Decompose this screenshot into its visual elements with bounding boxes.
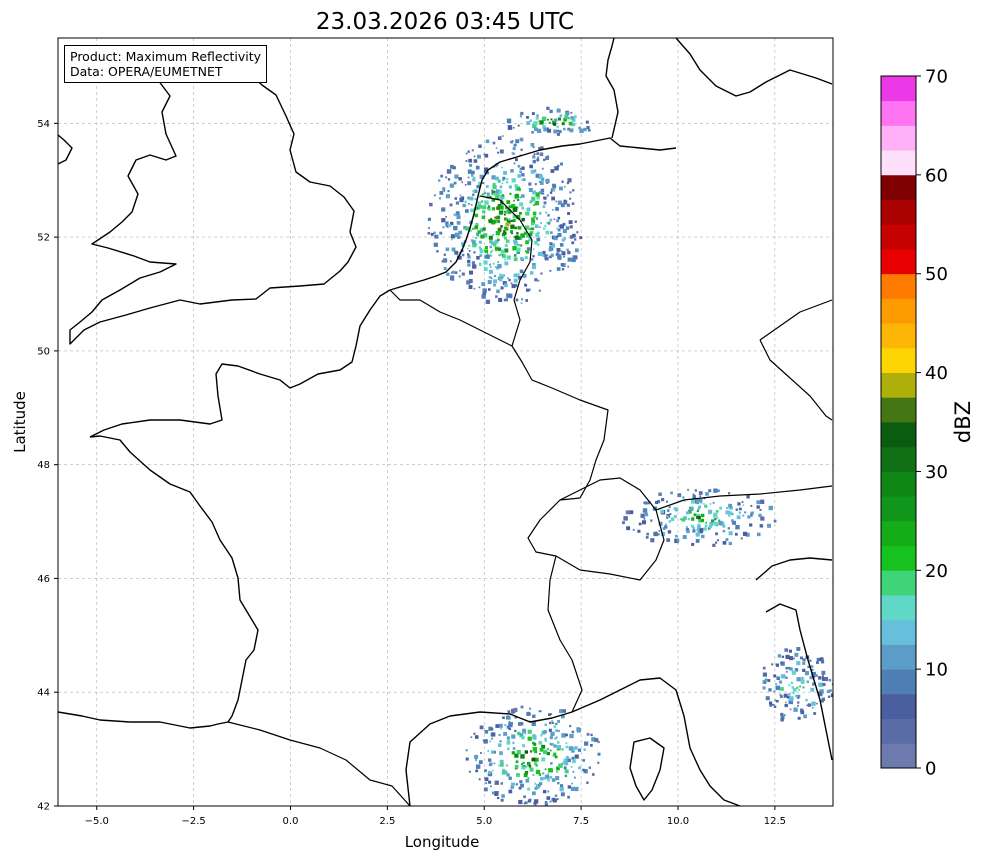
colorbar-segment bbox=[881, 273, 916, 299]
colorbar-tick-label: 30 bbox=[925, 462, 948, 483]
radar-region-north-sea-coast bbox=[506, 106, 591, 136]
radar-echoes bbox=[427, 106, 833, 806]
colorbar-tick-label: 50 bbox=[925, 264, 948, 285]
border-spain-france bbox=[227, 721, 411, 806]
colorbar-segment bbox=[881, 669, 916, 695]
colorbar-segment bbox=[881, 644, 916, 670]
radar-region-adriatic bbox=[762, 647, 833, 722]
coastline-france-north bbox=[89, 271, 447, 438]
colorbar-segment bbox=[881, 76, 916, 102]
data-source: Data: OPERA/EUMETNET bbox=[70, 64, 223, 79]
x-tick-label: −5.0 bbox=[85, 816, 109, 827]
x-tick-label: 2.5 bbox=[379, 816, 395, 827]
colorbar-segment bbox=[881, 619, 916, 645]
colorbar-segment bbox=[881, 174, 916, 200]
border-france-italy bbox=[547, 555, 583, 713]
coastline-italy-adriatic bbox=[765, 603, 833, 761]
y-tick-label: 48 bbox=[37, 460, 50, 471]
colorbar-segment bbox=[881, 446, 916, 472]
x-tick-label: 5.0 bbox=[476, 816, 492, 827]
x-tick-label: 0.0 bbox=[283, 816, 299, 827]
colorbar-segment bbox=[881, 496, 916, 522]
border-germany-east bbox=[759, 299, 833, 341]
coastline-france-west bbox=[58, 435, 259, 729]
y-axis-label: Latitude bbox=[11, 391, 29, 453]
y-tick-label: 46 bbox=[37, 574, 50, 585]
y-tick-label: 42 bbox=[37, 802, 50, 813]
coastline-jutland bbox=[605, 38, 619, 139]
y-axis-ticks: 42 44 46 48 50 52 54 bbox=[37, 119, 58, 813]
colorbar-tick-label: 20 bbox=[925, 561, 948, 582]
colorbar bbox=[881, 76, 916, 769]
radar-figure: 23.03.2026 03:45 UTC −5.0 −2.5 0.0 2.5 5.0 7.… bbox=[11, 9, 975, 851]
colorbar-segment bbox=[881, 249, 916, 275]
x-tick-label: 10.0 bbox=[667, 816, 689, 827]
product-name: Product: Maximum Reflectivity bbox=[70, 49, 262, 64]
coastline-baltic bbox=[675, 38, 833, 97]
colorbar-tick-label: 0 bbox=[925, 759, 936, 780]
colorbar-segment bbox=[881, 323, 916, 349]
product-info-box: Product: Maximum Reflectivity Data: OPER… bbox=[64, 45, 268, 83]
coastlines-and-borders bbox=[58, 38, 833, 806]
colorbar-segment bbox=[881, 545, 916, 571]
x-tick-label: 7.5 bbox=[573, 816, 589, 827]
colorbar-tick-label: 70 bbox=[925, 67, 948, 88]
y-tick-label: 54 bbox=[37, 119, 50, 130]
colorbar-tick-label: 40 bbox=[925, 363, 948, 384]
colorbar-segment bbox=[881, 693, 916, 719]
colorbar-segment bbox=[881, 125, 916, 151]
colorbar-tick-label: 10 bbox=[925, 660, 948, 681]
colorbar-label: dBZ bbox=[951, 401, 975, 443]
colorbar-segment bbox=[881, 372, 916, 398]
colorbar-segment bbox=[881, 199, 916, 225]
colorbar-tick-label: 60 bbox=[925, 165, 948, 186]
x-tick-label: −2.5 bbox=[181, 816, 205, 827]
y-tick-label: 44 bbox=[37, 688, 50, 699]
border-switzerland bbox=[527, 477, 665, 581]
y-tick-label: 50 bbox=[37, 346, 50, 357]
colorbar-segment bbox=[881, 298, 916, 324]
coastline-corsica bbox=[629, 737, 665, 801]
border-france-belgium-germany bbox=[389, 289, 609, 501]
colorbar-segment bbox=[881, 224, 916, 250]
colorbar-segment bbox=[881, 718, 916, 744]
coastline-great-britain bbox=[69, 47, 357, 345]
coastline-ireland bbox=[58, 134, 73, 165]
colorbar-ticks: 0 10 20 30 40 50 60 70 bbox=[916, 67, 948, 780]
colorbar-segment bbox=[881, 471, 916, 497]
colorbar-segment bbox=[881, 570, 916, 596]
x-axis-label: Longitude bbox=[405, 833, 480, 851]
coastline-mediterranean bbox=[405, 677, 741, 806]
border-germany-austria bbox=[759, 339, 833, 421]
colorbar-segment bbox=[881, 100, 916, 126]
colorbar-segment bbox=[881, 422, 916, 448]
colorbar-segment bbox=[881, 520, 916, 546]
coastline-italy-east bbox=[755, 557, 833, 581]
y-tick-label: 52 bbox=[37, 233, 50, 244]
x-tick-label: 12.5 bbox=[764, 816, 786, 827]
map-title: 23.03.2026 03:45 UTC bbox=[316, 9, 574, 35]
colorbar-segment bbox=[881, 347, 916, 373]
colorbar-segment bbox=[881, 595, 916, 621]
x-axis-ticks: −5.0 −2.5 0.0 2.5 5.0 7.5 10.0 12.5 bbox=[85, 806, 786, 827]
colorbar-segment bbox=[881, 397, 916, 423]
colorbar-segment bbox=[881, 150, 916, 176]
colorbar-segment bbox=[881, 743, 916, 769]
